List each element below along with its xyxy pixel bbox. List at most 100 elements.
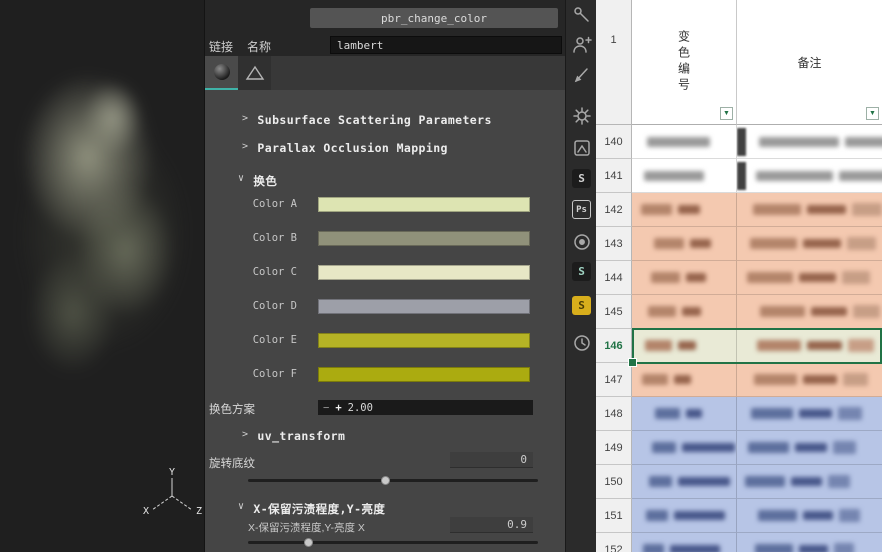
row-number[interactable]: 142 xyxy=(596,193,632,227)
cell-note[interactable] xyxy=(737,227,882,261)
filter-dropdown-icon[interactable]: ▼ xyxy=(720,107,733,120)
row-number[interactable]: 143 xyxy=(596,227,632,261)
table-row[interactable]: 146 xyxy=(596,328,882,367)
cell-note[interactable] xyxy=(737,295,882,329)
cell-note[interactable] xyxy=(737,363,882,397)
tab-utility[interactable] xyxy=(238,56,271,90)
header-cell-note[interactable]: 备注 ▼ xyxy=(737,0,882,125)
cell-recolor-id[interactable] xyxy=(632,465,737,499)
filter-dropdown-icon[interactable]: ▼ xyxy=(866,107,879,120)
frame-icon[interactable] xyxy=(569,135,594,160)
cell-recolor-id[interactable] xyxy=(632,431,737,465)
table-row[interactable]: 148 xyxy=(596,397,882,431)
section-stain[interactable]: ∨ X-保留污渍程度,Y-亮度 xyxy=(238,501,385,517)
color-f-swatch[interactable] xyxy=(318,367,530,382)
cell-recolor-id[interactable] xyxy=(632,227,737,261)
table-row[interactable]: 140 xyxy=(596,125,882,159)
color-a-swatch[interactable] xyxy=(318,197,530,212)
cell-note[interactable] xyxy=(737,533,882,552)
wrench-icon[interactable] xyxy=(569,2,594,27)
row-number[interactable]: 145 xyxy=(596,295,632,329)
cell-note[interactable] xyxy=(737,159,882,193)
row-number[interactable]: 152 xyxy=(596,533,632,552)
row-number[interactable]: 148 xyxy=(596,397,632,431)
cell-note[interactable] xyxy=(737,261,882,295)
increment-icon[interactable]: + xyxy=(335,402,341,414)
blurred-content xyxy=(834,543,854,552)
color-d-label: Color D xyxy=(252,300,297,312)
color-d-swatch[interactable] xyxy=(318,299,530,314)
substance2-icon[interactable]: S xyxy=(569,259,594,284)
cell-note[interactable] xyxy=(737,193,882,227)
cell-recolor-id[interactable] xyxy=(632,533,737,552)
decrement-icon[interactable]: − xyxy=(323,402,329,414)
rotate-value-field[interactable]: 0 xyxy=(450,452,533,468)
material-name-input[interactable] xyxy=(330,36,562,54)
pen-icon[interactable] xyxy=(569,62,594,87)
cell-recolor-id[interactable] xyxy=(632,499,737,533)
table-row[interactable]: 150 xyxy=(596,465,882,499)
photoshop-icon[interactable]: Ps xyxy=(569,197,594,222)
tab-material[interactable] xyxy=(205,56,238,90)
header-cell-recolor-id[interactable]: 变色编号 ▼ xyxy=(632,0,737,125)
gear-icon[interactable] xyxy=(569,103,594,128)
cell-recolor-id[interactable] xyxy=(632,329,737,363)
table-row[interactable]: 147 xyxy=(596,363,882,397)
cell-note[interactable] xyxy=(737,431,882,465)
scheme-slider[interactable]: − + 2.00 xyxy=(318,400,533,415)
row-number[interactable]: 149 xyxy=(596,431,632,465)
color-e-swatch[interactable] xyxy=(318,333,530,348)
table-row[interactable]: 152 xyxy=(596,533,882,552)
section-label: Parallax Occlusion Mapping xyxy=(257,141,448,155)
stain-slider-handle[interactable] xyxy=(304,538,313,547)
material-preset-button[interactable]: pbr_change_color xyxy=(310,8,558,28)
cell-recolor-id[interactable] xyxy=(632,261,737,295)
table-row[interactable]: 149 xyxy=(596,431,882,465)
cell-recolor-id[interactable] xyxy=(632,295,737,329)
row-number[interactable]: 146 xyxy=(596,329,632,363)
rotate-slider-track[interactable] xyxy=(248,479,538,482)
table-row[interactable]: 145 xyxy=(596,295,882,329)
table-row[interactable]: 142 xyxy=(596,193,882,227)
history-icon[interactable] xyxy=(569,330,594,355)
row-number[interactable]: 1 xyxy=(596,0,632,125)
rotate-slider-handle[interactable] xyxy=(381,476,390,485)
cell-recolor-id[interactable] xyxy=(632,159,737,193)
chevron-down-icon: ∨ xyxy=(238,173,245,184)
section-uv-transform[interactable]: > uv_transform xyxy=(242,429,345,443)
substance-icon[interactable]: S xyxy=(569,166,594,191)
blurred-content xyxy=(803,239,841,248)
color-b-swatch[interactable] xyxy=(318,231,530,246)
viewport-3d[interactable]: Y X Z xyxy=(0,0,205,552)
cell-recolor-id[interactable] xyxy=(632,363,737,397)
cell-note[interactable] xyxy=(737,397,882,431)
blurred-content xyxy=(795,443,827,452)
table-row[interactable]: 151 xyxy=(596,499,882,533)
table-row[interactable]: 143 xyxy=(596,227,882,261)
axis-gizmo-icon[interactable]: Y X Z xyxy=(138,466,210,530)
add-user-icon[interactable] xyxy=(569,32,594,57)
cell-recolor-id[interactable] xyxy=(632,125,737,159)
cell-note[interactable] xyxy=(737,125,882,159)
cell-note[interactable] xyxy=(737,499,882,533)
cell-note[interactable] xyxy=(737,465,882,499)
section-subsurface[interactable]: > Subsurface Scattering Parameters xyxy=(242,113,492,127)
row-number[interactable]: 141 xyxy=(596,159,632,193)
row-number[interactable]: 147 xyxy=(596,363,632,397)
color-c-swatch[interactable] xyxy=(318,265,530,280)
stain-slider-track[interactable] xyxy=(248,541,538,544)
table-row[interactable]: 144 xyxy=(596,261,882,295)
stain-x-value-field[interactable]: 0.9 xyxy=(450,517,533,533)
cell-recolor-id[interactable] xyxy=(632,397,737,431)
cell-recolor-id[interactable] xyxy=(632,193,737,227)
row-number[interactable]: 140 xyxy=(596,125,632,159)
active-yellow-icon[interactable]: S xyxy=(569,293,594,318)
section-parallax[interactable]: > Parallax Occlusion Mapping xyxy=(242,141,448,155)
cell-note[interactable] xyxy=(737,329,882,363)
row-number[interactable]: 144 xyxy=(596,261,632,295)
section-recolor[interactable]: ∨ 换色 xyxy=(238,173,277,189)
row-number[interactable]: 151 xyxy=(596,499,632,533)
target-icon[interactable] xyxy=(569,229,594,254)
table-row[interactable]: 141 xyxy=(596,159,882,193)
row-number[interactable]: 150 xyxy=(596,465,632,499)
